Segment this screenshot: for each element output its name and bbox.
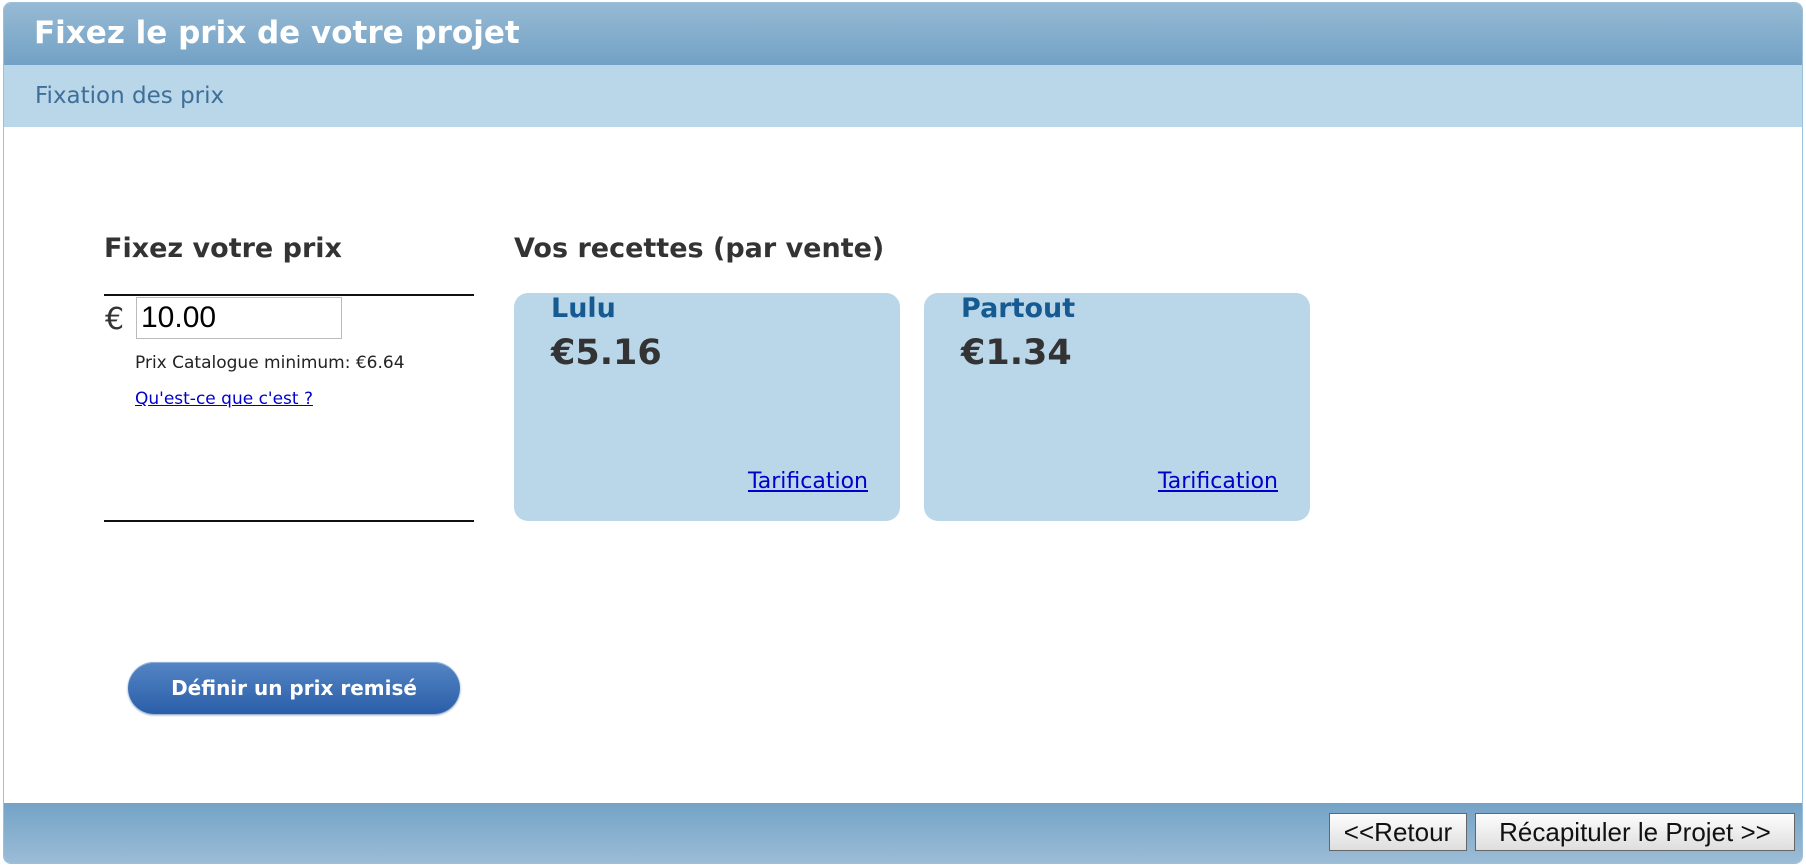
set-price-heading: Fixez votre prix <box>104 233 342 264</box>
divider-bottom <box>104 520 474 522</box>
card-amount: €1.34 <box>961 333 1072 373</box>
card-name: Partout <box>961 293 1076 324</box>
help-link[interactable]: Qu'est-ce que c'est ? <box>135 389 313 409</box>
set-discount-price-button[interactable]: Définir un prix remisé <box>128 662 460 714</box>
back-button[interactable]: <<Retour <box>1329 813 1467 851</box>
card-amount: €5.16 <box>551 333 662 373</box>
card-name: Lulu <box>551 293 616 324</box>
currency-symbol: € <box>105 302 125 337</box>
revenue-card-partout: Partout €1.34 Tarification <box>924 293 1310 521</box>
header-bar: Fixez le prix de votre projet <box>4 3 1802 65</box>
section-title: Fixation des prix <box>35 83 225 109</box>
revenue-heading: Vos recettes (par vente) <box>514 233 885 264</box>
subheader-bar: Fixation des prix <box>4 65 1802 127</box>
divider-top <box>104 294 474 296</box>
pricing-panel: Fixez le prix de votre projet Fixation d… <box>3 2 1803 864</box>
tarification-link[interactable]: Tarification <box>748 469 868 494</box>
price-input[interactable] <box>136 297 342 339</box>
review-project-button[interactable]: Récapituler le Projet >> <box>1475 813 1795 851</box>
min-price-text: Prix Catalogue minimum: €6.64 <box>135 353 405 373</box>
page-title: Fixez le prix de votre projet <box>34 15 520 51</box>
tarification-link[interactable]: Tarification <box>1158 469 1278 494</box>
footer-bar: <<Retour Récapituler le Projet >> <box>4 803 1802 863</box>
revenue-card-lulu: Lulu €5.16 Tarification <box>514 293 900 521</box>
